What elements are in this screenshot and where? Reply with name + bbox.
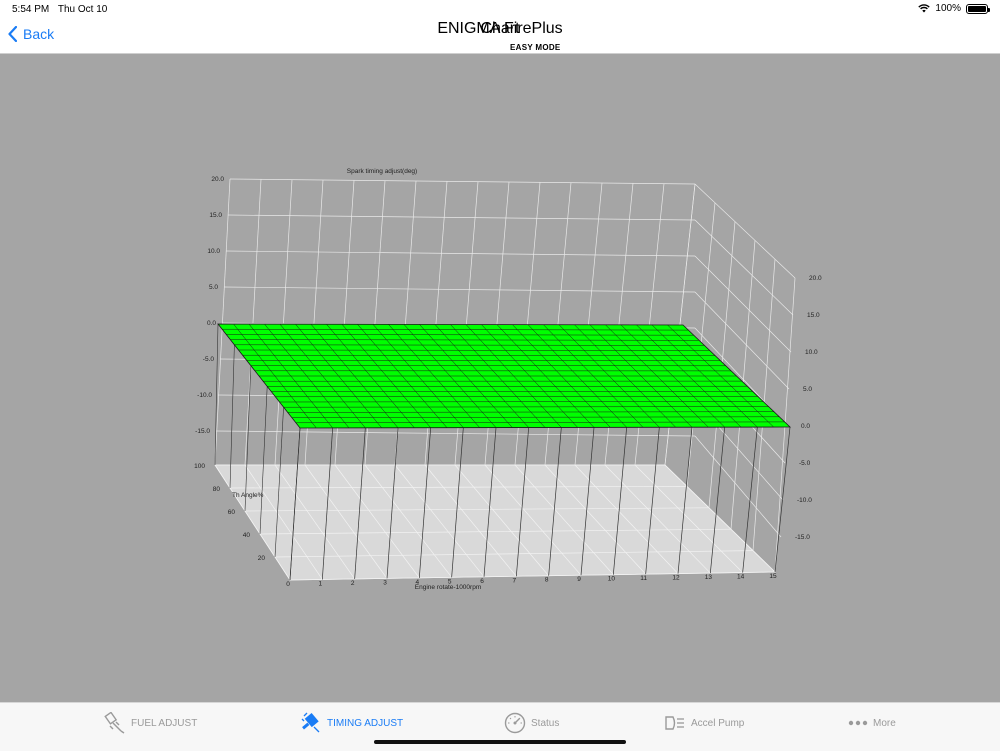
x-axis-label: Engine rotate-1000rpm xyxy=(415,584,482,591)
more-dots-icon xyxy=(848,712,868,734)
tab-label: TIMING ADJUST xyxy=(327,718,403,729)
surface-chart[interactable]: 20.015.010.05.00.0-5.0-10.0-15.020.015.0… xyxy=(0,54,1000,702)
status-bar: 5:54 PM Thu Oct 10 100% xyxy=(0,0,1000,20)
x-tick-label: 12 xyxy=(672,575,680,582)
back-wall-grid-line xyxy=(230,179,695,184)
right-wall-grid-line xyxy=(695,256,791,352)
tab-label: Accel Pump xyxy=(691,718,744,729)
x-tick-label: 15 xyxy=(769,573,777,580)
page-title: Chart xyxy=(0,20,1000,38)
x-tick-label: 10 xyxy=(608,576,616,583)
tab-more[interactable]: More xyxy=(848,712,896,734)
z-tick-label-left: 0.0 xyxy=(207,320,216,327)
y-tick-label: 20 xyxy=(258,555,266,562)
x-tick-label: 1 xyxy=(319,580,323,587)
status-time: 5:54 PM xyxy=(12,4,49,15)
z-tick-label-left: 5.0 xyxy=(209,284,218,291)
right-wall-grid-line xyxy=(695,184,795,278)
battery-percent: 100% xyxy=(935,3,961,14)
z-tick-label-right: -10.0 xyxy=(797,497,812,504)
tab-label: More xyxy=(873,718,896,729)
y-tick-label: 40 xyxy=(243,532,251,539)
tab-fuel-adjust[interactable]: FUEL ADJUST xyxy=(104,712,197,734)
back-wall-grid-line-x xyxy=(275,180,292,465)
tab-accel-pump[interactable]: Accel Pump xyxy=(664,712,744,734)
back-wall-grid-line xyxy=(216,431,695,436)
y-tick-label: 100 xyxy=(194,463,205,470)
y-tick-label: 60 xyxy=(228,509,236,516)
back-wall-grid-line-x xyxy=(245,179,261,465)
tab-label: Status xyxy=(531,718,559,729)
spark-plug-icon xyxy=(300,712,322,734)
back-wall-grid-line xyxy=(226,251,695,256)
z-tick-label-left: 15.0 xyxy=(209,212,222,219)
z-tick-label-right: 15.0 xyxy=(807,312,820,319)
z-tick-label-left: -15.0 xyxy=(195,428,210,435)
z-tick-label-left: -10.0 xyxy=(197,392,212,399)
z-tick-label-right: -15.0 xyxy=(795,534,810,541)
x-tick-label: 13 xyxy=(705,574,713,581)
mode-label: EASY MODE xyxy=(510,43,561,52)
tab-status[interactable]: Status xyxy=(504,712,559,734)
tab-label: FUEL ADJUST xyxy=(131,718,197,729)
navigation-bar: Back ENIGMA FirePlus Chart xyxy=(0,20,1000,54)
z-tick-label-left: -5.0 xyxy=(203,356,215,363)
headlight-icon xyxy=(664,712,686,734)
x-tick-label: 11 xyxy=(640,575,647,582)
injector-icon xyxy=(104,712,126,734)
x-tick-label: 9 xyxy=(577,576,581,583)
y-axis-label: Th Angle% xyxy=(232,492,264,499)
z-tick-label-right: 20.0 xyxy=(809,275,822,282)
back-wall-grid-line xyxy=(224,287,695,292)
chart-area[interactable]: 20.015.010.05.00.0-5.0-10.0-15.020.015.0… xyxy=(0,54,1000,702)
status-date: Thu Oct 10 xyxy=(58,4,107,15)
wifi-icon xyxy=(918,4,930,13)
home-indicator xyxy=(374,740,626,744)
back-wall-grid-line xyxy=(228,215,695,220)
z-tick-label-right: -5.0 xyxy=(799,460,811,467)
tab-timing-adjust[interactable]: TIMING ADJUST xyxy=(300,712,403,734)
surface-support-line xyxy=(215,324,218,465)
x-tick-label: 0 xyxy=(286,581,290,588)
battery-icon xyxy=(966,4,988,14)
surface-support-line xyxy=(775,427,790,572)
x-tick-label: 7 xyxy=(513,577,517,584)
back-wall-grid-line-x xyxy=(215,179,230,465)
y-tick-label: 80 xyxy=(213,486,221,493)
z-tick-label-right: 5.0 xyxy=(803,386,812,393)
z-tick-label-left: 20.0 xyxy=(211,176,224,183)
x-tick-label: 2 xyxy=(351,580,355,587)
chart-floor xyxy=(215,465,775,580)
x-tick-label: 8 xyxy=(545,577,549,584)
x-tick-label: 14 xyxy=(737,574,745,581)
z-tick-label-left: 10.0 xyxy=(207,248,220,255)
chart-title: Spark timing adjust(deg) xyxy=(347,168,417,175)
z-tick-label-right: 10.0 xyxy=(805,349,818,356)
gauge-icon xyxy=(504,712,526,734)
z-tick-label-right: 0.0 xyxy=(801,423,810,430)
right-wall-grid-line xyxy=(695,220,793,315)
x-tick-label: 3 xyxy=(383,579,387,586)
